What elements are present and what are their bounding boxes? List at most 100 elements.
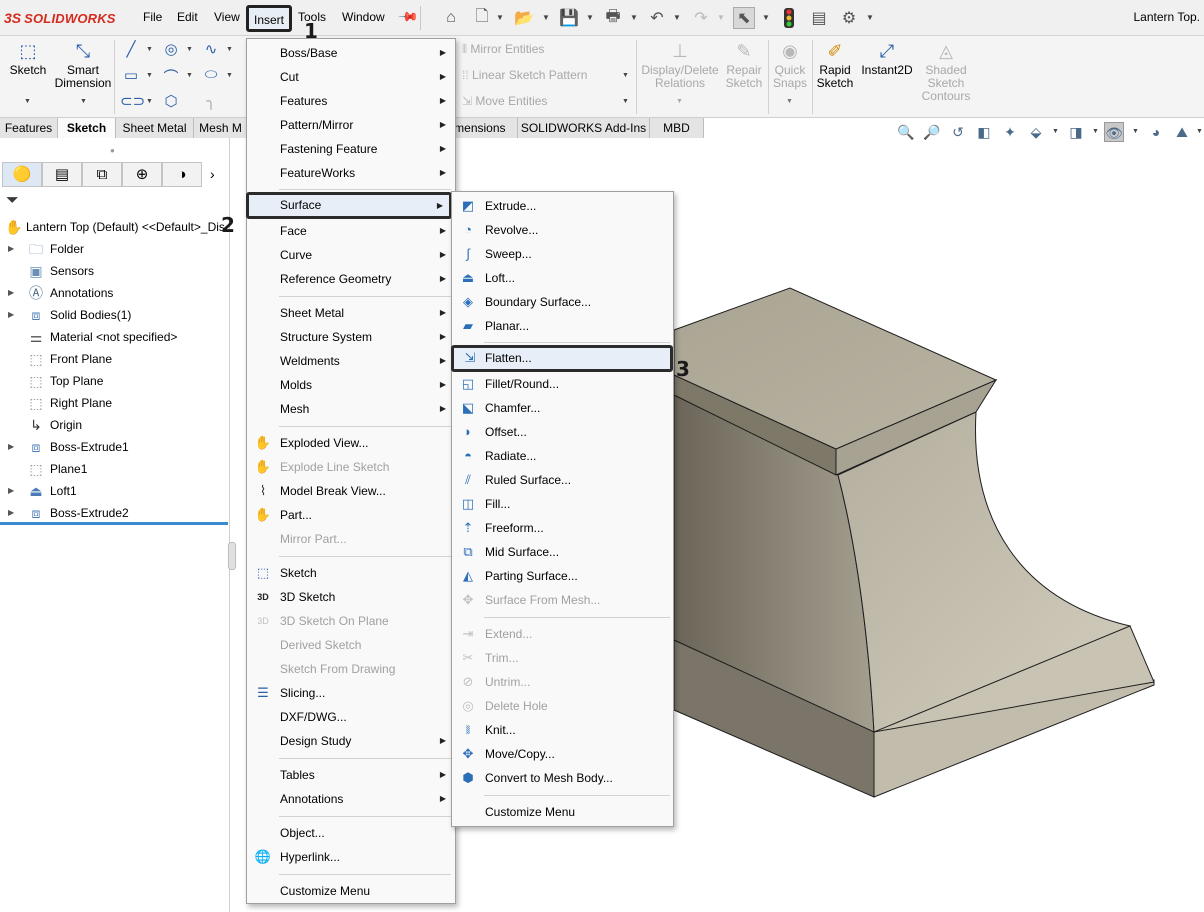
- insert-menu-part[interactable]: ✋ Part...: [247, 503, 455, 527]
- insert-menu-dxf-dwg[interactable]: DXF/DWG...: [247, 705, 455, 729]
- insert-menu-customize[interactable]: Customize Menu: [247, 879, 455, 903]
- polygon-icon[interactable]: ⬡: [160, 92, 182, 110]
- menu-insert[interactable]: Insert: [246, 5, 293, 32]
- surface-menu-fillet-round[interactable]: ◱ Fillet/Round...: [452, 372, 673, 396]
- fillet-icon[interactable]: ╮: [200, 92, 222, 110]
- insert-menu-mirror-part[interactable]: Mirror Part...: [247, 527, 455, 551]
- surface-menu-sweep[interactable]: ∫ Sweep...: [452, 242, 673, 266]
- tree-item-solid-bodies[interactable]: ▶ ⧈ Solid Bodies(1): [0, 304, 228, 326]
- surface-menu-parting-surface[interactable]: ◭ Parting Surface...: [452, 564, 673, 588]
- chevron-down-icon[interactable]: ▼: [1092, 128, 1099, 135]
- insert-menu-derived-sketch[interactable]: Derived Sketch: [247, 633, 455, 657]
- surface-menu-customize[interactable]: Customize Menu: [452, 800, 673, 824]
- insert-menu-surface[interactable]: Surface ▶: [246, 192, 452, 219]
- insert-menu-explode-line-sketch[interactable]: ✋ Explode Line Sketch: [247, 455, 455, 479]
- insert-menu-weldments[interactable]: Weldments ▶: [247, 349, 455, 373]
- mirror-entities-button[interactable]: ⫴ Mirror Entities: [462, 42, 544, 57]
- chevron-down-icon[interactable]: ▼: [676, 98, 683, 105]
- new-document-icon[interactable]: 🗋: [471, 7, 493, 29]
- menu-window[interactable]: Window: [342, 10, 385, 24]
- traffic-light-icon[interactable]: [778, 7, 800, 29]
- insert-menu-reference-geometry[interactable]: Reference Geometry ▶: [247, 267, 455, 291]
- instant2d-button[interactable]: ⤢ Instant2D: [858, 40, 916, 77]
- ellipse-icon[interactable]: ⬭: [200, 66, 222, 83]
- display-delete-relations-button[interactable]: ⊥ Display/Delete Relations: [640, 40, 720, 90]
- select-arrow-icon[interactable]: ⬉: [733, 7, 755, 29]
- surface-menu-offset[interactable]: ◗ Offset...: [452, 420, 673, 444]
- menu-view[interactable]: View: [214, 10, 240, 24]
- display-style-icon[interactable]: ◨: [1066, 122, 1086, 142]
- chevron-down-icon[interactable]: ▼: [226, 46, 233, 53]
- configuration-manager-tab-icon[interactable]: ⧉: [82, 162, 122, 187]
- repair-sketch-button[interactable]: ✎ Repair Sketch: [722, 40, 766, 90]
- section-view-icon[interactable]: ◧: [974, 122, 994, 142]
- panel-grip-icon[interactable]: ●: [110, 146, 115, 155]
- insert-menu-tables[interactable]: Tables ▶: [247, 763, 455, 787]
- shaded-sketch-contours-button[interactable]: ◬ Shaded Sketch Contours: [918, 40, 974, 103]
- open-folder-icon[interactable]: 📂: [513, 7, 535, 29]
- surface-menu-flatten[interactable]: ⇲ Flatten...: [451, 345, 673, 372]
- expand-icon[interactable]: ▶: [8, 238, 14, 260]
- zoom-to-area-icon[interactable]: 🔎: [922, 122, 942, 142]
- chevron-down-icon[interactable]: ▼: [866, 13, 874, 22]
- insert-menu-structure-system[interactable]: Structure System ▶: [247, 325, 455, 349]
- smart-dimension-button[interactable]: ⤡ Smart Dimension: [54, 40, 112, 90]
- insert-menu-mesh[interactable]: Mesh ▶: [247, 397, 455, 421]
- spline-icon[interactable]: ∿: [200, 40, 222, 58]
- surface-menu-fill[interactable]: ◫ Fill...: [452, 492, 673, 516]
- dimxpert-tab-icon[interactable]: ⊕: [122, 162, 162, 187]
- surface-menu-convert-to-mesh[interactable]: ⬢ Convert to Mesh Body...: [452, 766, 673, 790]
- chevron-down-icon[interactable]: ▼: [762, 13, 770, 22]
- insert-menu-hyperlink[interactable]: 🌐 Hyperlink...: [247, 845, 455, 869]
- tree-item-folder[interactable]: ▶ 🗀 Folder: [0, 238, 228, 260]
- surface-menu-freeform[interactable]: ⇡ Freeform...: [452, 516, 673, 540]
- chevron-down-icon[interactable]: ▼: [717, 13, 725, 22]
- panel-collapse-handle[interactable]: [228, 542, 236, 570]
- surface-menu-mid-surface[interactable]: ⧉ Mid Surface...: [452, 540, 673, 564]
- insert-menu-annotations[interactable]: Annotations ▶: [247, 787, 455, 811]
- zoom-to-fit-icon[interactable]: 🔍: [896, 122, 916, 142]
- tab-sheet-metal[interactable]: Sheet Metal: [116, 118, 194, 138]
- tab-mesh-modeling[interactable]: Mesh M: [194, 118, 248, 138]
- expand-icon[interactable]: ▶: [8, 304, 14, 326]
- surface-menu-planar[interactable]: ▰ Planar...: [452, 314, 673, 338]
- print-icon[interactable]: 🖶: [602, 7, 624, 29]
- insert-menu-curve[interactable]: Curve ▶: [247, 243, 455, 267]
- chevron-down-icon[interactable]: ▼: [496, 13, 504, 22]
- insert-menu-slicing[interactable]: ☰ Slicing...: [247, 681, 455, 705]
- surface-menu-chamfer[interactable]: ⬕ Chamfer...: [452, 396, 673, 420]
- chevron-down-icon[interactable]: ▼: [186, 72, 193, 79]
- chevron-down-icon[interactable]: ▼: [630, 13, 638, 22]
- chevron-down-icon[interactable]: ▼: [226, 72, 233, 79]
- hide-show-items-icon[interactable]: 👁: [1104, 122, 1124, 142]
- chevron-down-icon[interactable]: ▼: [1052, 128, 1059, 135]
- insert-menu-pattern-mirror[interactable]: Pattern/Mirror ▶: [247, 113, 455, 137]
- surface-menu-revolve[interactable]: ◔ Revolve...: [452, 218, 673, 242]
- chevron-right-icon[interactable]: ›: [210, 166, 215, 182]
- file-properties-icon[interactable]: ▤: [808, 7, 830, 29]
- feature-tree-tab-icon[interactable]: 🟡: [2, 162, 42, 187]
- chevron-down-icon[interactable]: ▼: [186, 46, 193, 53]
- insert-menu-features[interactable]: Features ▶: [247, 89, 455, 113]
- chevron-down-icon[interactable]: ▼: [786, 98, 793, 105]
- tree-item-front-plane[interactable]: ⬚ Front Plane: [0, 348, 228, 370]
- rectangle-icon[interactable]: ▭: [120, 66, 142, 84]
- insert-menu-model-break-view[interactable]: ⌇ Model Break View...: [247, 479, 455, 503]
- apply-scene-icon[interactable]: ⛰: [1172, 122, 1192, 142]
- insert-menu-molds[interactable]: Molds ▶: [247, 373, 455, 397]
- surface-menu-extrude[interactable]: ◩ Extrude...: [452, 194, 673, 218]
- tree-item-sensors[interactable]: ▣ Sensors: [0, 260, 228, 282]
- insert-menu-design-study[interactable]: Design Study ▶: [247, 729, 455, 753]
- chevron-down-icon[interactable]: ▼: [146, 98, 153, 105]
- rollback-bar[interactable]: [0, 522, 228, 525]
- arc-icon[interactable]: ⌒: [160, 66, 182, 87]
- display-manager-tab-icon[interactable]: ◑: [162, 162, 202, 187]
- tree-item-boss-extrude2[interactable]: ▶ ⧈ Boss-Extrude2: [0, 502, 228, 524]
- previous-view-icon[interactable]: ↺: [948, 122, 968, 142]
- filter-icon[interactable]: ⏷: [6, 192, 19, 210]
- view-orientation-icon[interactable]: ⬙: [1026, 122, 1046, 142]
- tree-item-top-plane[interactable]: ⬚ Top Plane: [0, 370, 228, 392]
- insert-menu-boss-base[interactable]: Boss/Base ▶: [247, 41, 455, 65]
- linear-sketch-pattern-button[interactable]: ⁞⁞ Linear Sketch Pattern: [462, 68, 587, 82]
- save-icon[interactable]: 💾: [558, 7, 580, 29]
